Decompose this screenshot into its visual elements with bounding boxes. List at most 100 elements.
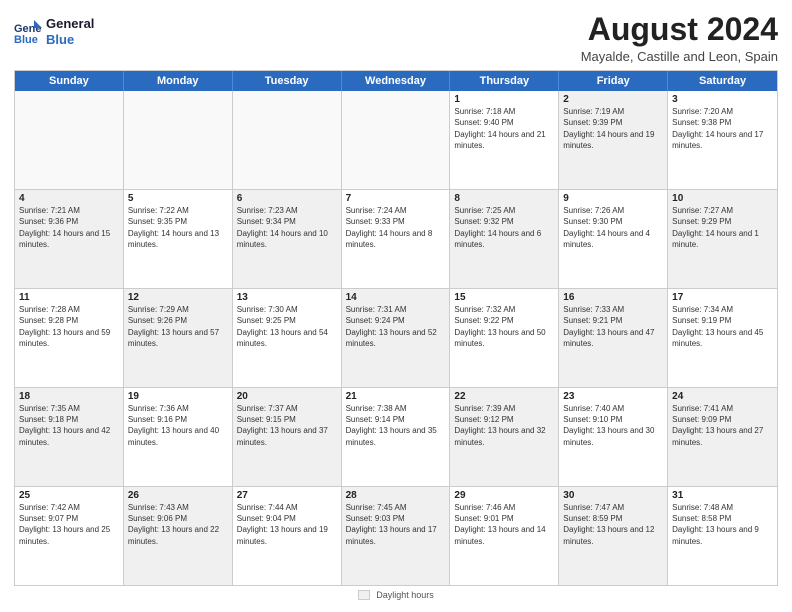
cal-cell-3-1: 19Sunrise: 7:36 AMSunset: 9:16 PMDayligh… xyxy=(124,388,233,486)
day-num: 11 xyxy=(19,292,119,303)
day-num: 27 xyxy=(237,490,337,501)
cal-row-2: 11Sunrise: 7:28 AMSunset: 9:28 PMDayligh… xyxy=(15,289,777,388)
day-num: 22 xyxy=(454,391,554,402)
month-title: August 2024 xyxy=(581,12,778,47)
cal-cell-1-4: 8Sunrise: 7:25 AMSunset: 9:32 PMDaylight… xyxy=(450,190,559,288)
cal-cell-4-0: 25Sunrise: 7:42 AMSunset: 9:07 PMDayligh… xyxy=(15,487,124,585)
day-num: 3 xyxy=(672,94,773,105)
cal-cell-4-2: 27Sunrise: 7:44 AMSunset: 9:04 PMDayligh… xyxy=(233,487,342,585)
logo-text-line1: General xyxy=(46,16,94,32)
cal-cell-1-5: 9Sunrise: 7:26 AMSunset: 9:30 PMDaylight… xyxy=(559,190,668,288)
cal-cell-1-1: 5Sunrise: 7:22 AMSunset: 9:35 PMDaylight… xyxy=(124,190,233,288)
cal-cell-0-0 xyxy=(15,91,124,189)
day-num: 18 xyxy=(19,391,119,402)
day-num: 15 xyxy=(454,292,554,303)
cal-cell-1-3: 7Sunrise: 7:24 AMSunset: 9:33 PMDaylight… xyxy=(342,190,451,288)
cell-text: Sunrise: 7:21 AMSunset: 9:36 PMDaylight:… xyxy=(19,205,119,250)
cell-text: Sunrise: 7:35 AMSunset: 9:18 PMDaylight:… xyxy=(19,403,119,448)
day-num: 1 xyxy=(454,94,554,105)
cell-text: Sunrise: 7:38 AMSunset: 9:14 PMDaylight:… xyxy=(346,403,446,448)
cell-text: Sunrise: 7:32 AMSunset: 9:22 PMDaylight:… xyxy=(454,304,554,349)
cal-cell-4-6: 31Sunrise: 7:48 AMSunset: 8:58 PMDayligh… xyxy=(668,487,777,585)
day-num: 5 xyxy=(128,193,228,204)
legend-shaded-box xyxy=(358,590,370,600)
cal-cell-0-6: 3Sunrise: 7:20 AMSunset: 9:38 PMDaylight… xyxy=(668,91,777,189)
cal-cell-3-0: 18Sunrise: 7:35 AMSunset: 9:18 PMDayligh… xyxy=(15,388,124,486)
day-num: 20 xyxy=(237,391,337,402)
calendar: Sunday Monday Tuesday Wednesday Thursday… xyxy=(14,70,778,586)
cell-text: Sunrise: 7:18 AMSunset: 9:40 PMDaylight:… xyxy=(454,106,554,151)
cell-text: Sunrise: 7:28 AMSunset: 9:28 PMDaylight:… xyxy=(19,304,119,349)
cell-text: Sunrise: 7:30 AMSunset: 9:25 PMDaylight:… xyxy=(237,304,337,349)
cal-cell-2-0: 11Sunrise: 7:28 AMSunset: 9:28 PMDayligh… xyxy=(15,289,124,387)
day-num: 8 xyxy=(454,193,554,204)
dow-thursday: Thursday xyxy=(450,71,559,91)
cal-cell-4-4: 29Sunrise: 7:46 AMSunset: 9:01 PMDayligh… xyxy=(450,487,559,585)
cell-text: Sunrise: 7:20 AMSunset: 9:38 PMDaylight:… xyxy=(672,106,773,151)
day-num: 29 xyxy=(454,490,554,501)
cell-text: Sunrise: 7:39 AMSunset: 9:12 PMDaylight:… xyxy=(454,403,554,448)
cell-text: Sunrise: 7:34 AMSunset: 9:19 PMDaylight:… xyxy=(672,304,773,349)
day-num: 7 xyxy=(346,193,446,204)
cell-text: Sunrise: 7:29 AMSunset: 9:26 PMDaylight:… xyxy=(128,304,228,349)
day-num: 17 xyxy=(672,292,773,303)
dow-sunday: Sunday xyxy=(15,71,124,91)
cal-cell-2-3: 14Sunrise: 7:31 AMSunset: 9:24 PMDayligh… xyxy=(342,289,451,387)
cell-text: Sunrise: 7:19 AMSunset: 9:39 PMDaylight:… xyxy=(563,106,663,151)
cell-text: Sunrise: 7:45 AMSunset: 9:03 PMDaylight:… xyxy=(346,502,446,547)
cal-cell-2-5: 16Sunrise: 7:33 AMSunset: 9:21 PMDayligh… xyxy=(559,289,668,387)
cal-cell-2-2: 13Sunrise: 7:30 AMSunset: 9:25 PMDayligh… xyxy=(233,289,342,387)
cal-cell-4-1: 26Sunrise: 7:43 AMSunset: 9:06 PMDayligh… xyxy=(124,487,233,585)
legend-label: Daylight hours xyxy=(376,590,434,600)
cell-text: Sunrise: 7:23 AMSunset: 9:34 PMDaylight:… xyxy=(237,205,337,250)
cell-text: Sunrise: 7:37 AMSunset: 9:15 PMDaylight:… xyxy=(237,403,337,448)
day-num: 31 xyxy=(672,490,773,501)
cal-cell-4-5: 30Sunrise: 7:47 AMSunset: 8:59 PMDayligh… xyxy=(559,487,668,585)
cell-text: Sunrise: 7:27 AMSunset: 9:29 PMDaylight:… xyxy=(672,205,773,250)
day-num: 2 xyxy=(563,94,663,105)
cal-cell-1-6: 10Sunrise: 7:27 AMSunset: 9:29 PMDayligh… xyxy=(668,190,777,288)
cal-cell-3-2: 20Sunrise: 7:37 AMSunset: 9:15 PMDayligh… xyxy=(233,388,342,486)
day-num: 6 xyxy=(237,193,337,204)
location-subtitle: Mayalde, Castille and Leon, Spain xyxy=(581,49,778,64)
cal-cell-3-5: 23Sunrise: 7:40 AMSunset: 9:10 PMDayligh… xyxy=(559,388,668,486)
cal-cell-3-6: 24Sunrise: 7:41 AMSunset: 9:09 PMDayligh… xyxy=(668,388,777,486)
logo-icon: General Blue xyxy=(14,18,42,46)
cal-cell-0-2 xyxy=(233,91,342,189)
dow-tuesday: Tuesday xyxy=(233,71,342,91)
day-num: 23 xyxy=(563,391,663,402)
cal-cell-3-4: 22Sunrise: 7:39 AMSunset: 9:12 PMDayligh… xyxy=(450,388,559,486)
cal-cell-2-1: 12Sunrise: 7:29 AMSunset: 9:26 PMDayligh… xyxy=(124,289,233,387)
cal-row-0: 1Sunrise: 7:18 AMSunset: 9:40 PMDaylight… xyxy=(15,91,777,190)
day-num: 4 xyxy=(19,193,119,204)
title-block: August 2024 Mayalde, Castille and Leon, … xyxy=(581,12,778,64)
cell-text: Sunrise: 7:24 AMSunset: 9:33 PMDaylight:… xyxy=(346,205,446,250)
day-num: 26 xyxy=(128,490,228,501)
cell-text: Sunrise: 7:43 AMSunset: 9:06 PMDaylight:… xyxy=(128,502,228,547)
cal-row-3: 18Sunrise: 7:35 AMSunset: 9:18 PMDayligh… xyxy=(15,388,777,487)
day-num: 28 xyxy=(346,490,446,501)
cal-cell-2-4: 15Sunrise: 7:32 AMSunset: 9:22 PMDayligh… xyxy=(450,289,559,387)
day-num: 9 xyxy=(563,193,663,204)
day-num: 21 xyxy=(346,391,446,402)
legend: Daylight hours xyxy=(14,590,778,600)
cal-cell-1-2: 6Sunrise: 7:23 AMSunset: 9:34 PMDaylight… xyxy=(233,190,342,288)
calendar-body: 1Sunrise: 7:18 AMSunset: 9:40 PMDaylight… xyxy=(15,91,777,585)
cal-cell-1-0: 4Sunrise: 7:21 AMSunset: 9:36 PMDaylight… xyxy=(15,190,124,288)
day-num: 10 xyxy=(672,193,773,204)
day-num: 19 xyxy=(128,391,228,402)
cell-text: Sunrise: 7:48 AMSunset: 8:58 PMDaylight:… xyxy=(672,502,773,547)
logo: General Blue General Blue xyxy=(14,16,94,47)
cell-text: Sunrise: 7:26 AMSunset: 9:30 PMDaylight:… xyxy=(563,205,663,250)
day-num: 25 xyxy=(19,490,119,501)
cell-text: Sunrise: 7:31 AMSunset: 9:24 PMDaylight:… xyxy=(346,304,446,349)
cell-text: Sunrise: 7:40 AMSunset: 9:10 PMDaylight:… xyxy=(563,403,663,448)
day-num: 14 xyxy=(346,292,446,303)
cal-row-4: 25Sunrise: 7:42 AMSunset: 9:07 PMDayligh… xyxy=(15,487,777,585)
cell-text: Sunrise: 7:44 AMSunset: 9:04 PMDaylight:… xyxy=(237,502,337,547)
day-num: 16 xyxy=(563,292,663,303)
cell-text: Sunrise: 7:36 AMSunset: 9:16 PMDaylight:… xyxy=(128,403,228,448)
cal-cell-0-1 xyxy=(124,91,233,189)
page: General Blue General Blue August 2024 Ma… xyxy=(0,0,792,612)
cell-text: Sunrise: 7:25 AMSunset: 9:32 PMDaylight:… xyxy=(454,205,554,250)
